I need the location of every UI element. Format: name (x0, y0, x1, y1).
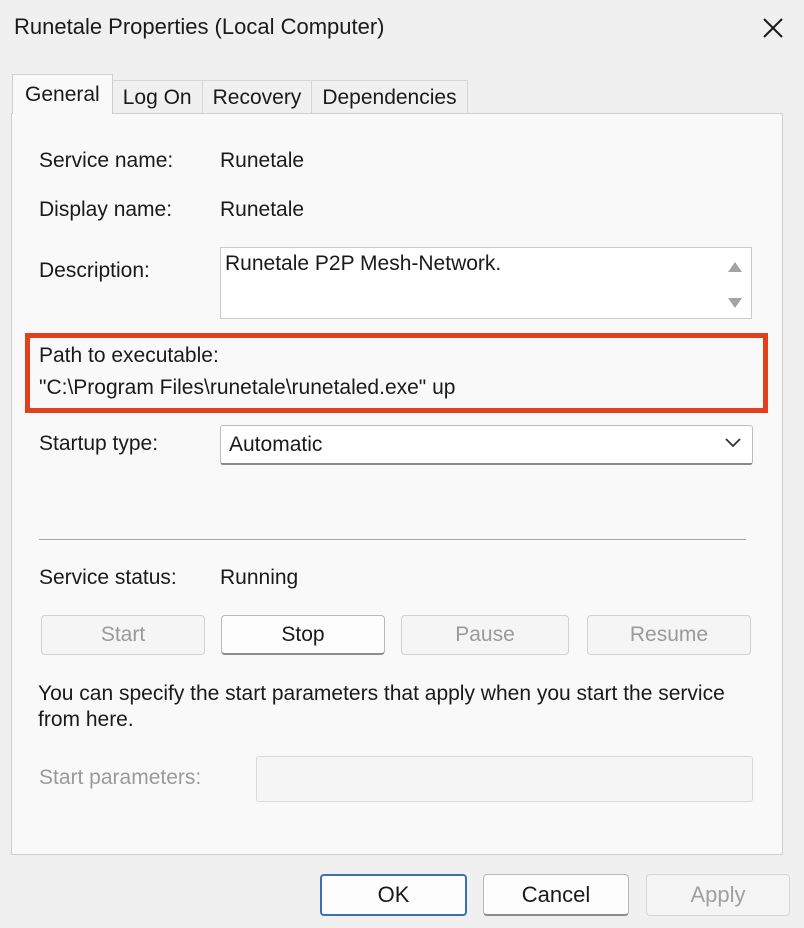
tab-strip: General Log On Recovery Dependencies (12, 74, 468, 114)
section-divider (39, 539, 746, 540)
title-bar: Runetale Properties (Local Computer) (0, 0, 804, 58)
display-name-value: Runetale (220, 198, 305, 221)
pause-button: Pause (401, 615, 569, 655)
tab-log-on[interactable]: Log On (111, 80, 203, 114)
start-parameters-label: Start parameters: (39, 766, 202, 789)
scroll-up-button[interactable] (725, 258, 745, 276)
tab-dependencies[interactable]: Dependencies (311, 80, 468, 114)
ok-button[interactable]: OK (320, 874, 467, 916)
scroll-down-button[interactable] (725, 294, 745, 312)
tab-general[interactable]: General (12, 74, 113, 114)
service-status-label: Service status: (39, 566, 177, 589)
close-button[interactable] (750, 6, 796, 50)
description-box[interactable]: Runetale P2P Mesh-Network. (220, 247, 752, 319)
general-panel: Service name: Runetale Display name: Run… (11, 113, 783, 855)
path-highlight-box (25, 333, 768, 413)
startup-type-select[interactable]: Automatic (220, 425, 753, 465)
start-button: Start (41, 615, 205, 655)
chevron-down-icon (725, 438, 741, 448)
start-parameters-input (256, 756, 753, 802)
display-name-label: Display name: (39, 198, 173, 221)
cancel-button[interactable]: Cancel (483, 874, 629, 916)
service-status-value: Running (220, 566, 299, 589)
stop-button[interactable]: Stop (221, 615, 385, 655)
startup-type-label: Startup type: (39, 432, 159, 455)
properties-dialog: Runetale Properties (Local Computer) Gen… (0, 0, 804, 928)
service-name-label: Service name: (39, 149, 174, 172)
service-name-value: Runetale (220, 149, 305, 172)
scroll-up-arrow-icon (728, 262, 742, 272)
window-title: Runetale Properties (Local Computer) (14, 14, 385, 39)
description-label: Description: (39, 259, 150, 282)
resume-button: Resume (587, 615, 751, 655)
close-icon (763, 18, 783, 38)
scroll-down-arrow-icon (728, 298, 742, 308)
description-text: Runetale P2P Mesh-Network. (225, 252, 502, 275)
startup-type-value: Automatic (229, 433, 323, 456)
start-parameters-note: You can specify the start parameters tha… (38, 682, 725, 731)
apply-button: Apply (646, 874, 790, 916)
tab-recovery[interactable]: Recovery (201, 80, 313, 114)
